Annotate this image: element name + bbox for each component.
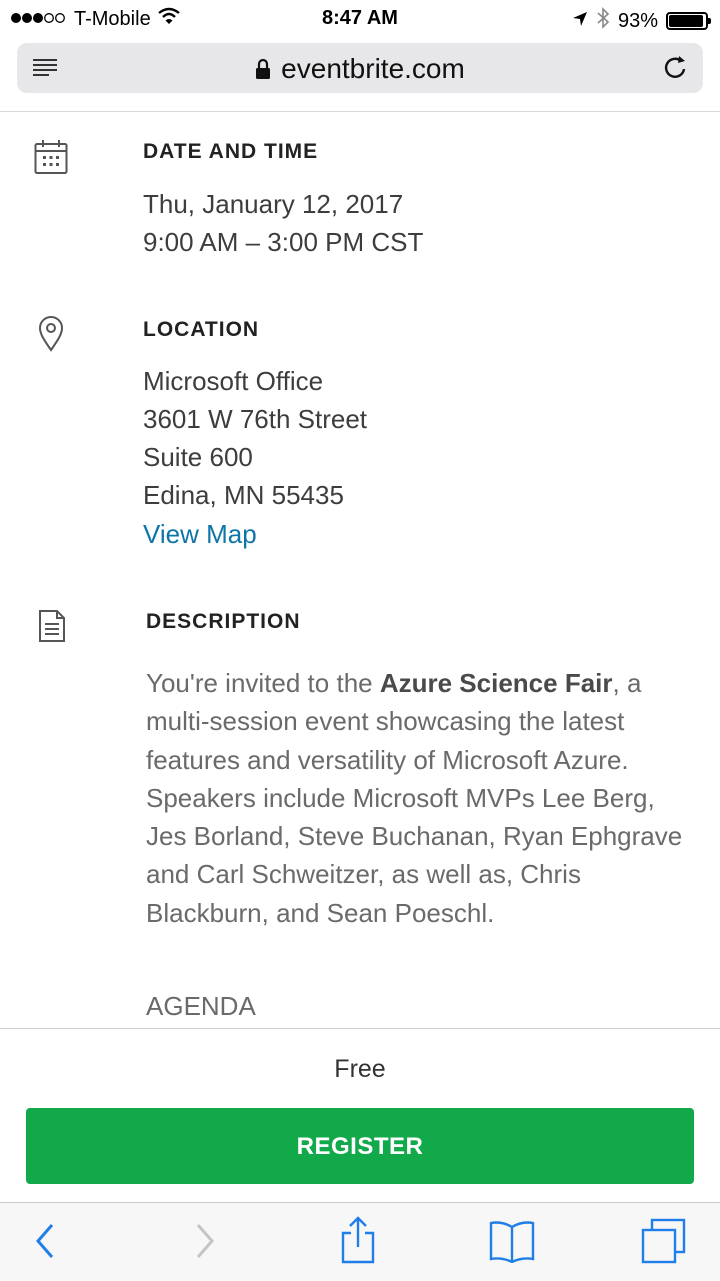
event-name: Azure Science Fair	[379, 668, 613, 698]
map-pin-icon	[38, 316, 64, 357]
location-city: Edina, MN 55435	[143, 480, 344, 510]
back-icon[interactable]	[32, 1219, 58, 1268]
description-heading: DESCRIPTION	[146, 610, 301, 633]
battery-percent: 93%	[617, 9, 658, 32]
time-line: 9:00 AM – 3:00 PM CST	[143, 227, 424, 257]
header-divider	[0, 111, 720, 112]
bookmarks-icon[interactable]	[488, 1219, 536, 1268]
location-suite: Suite 600	[143, 442, 253, 472]
description-body: , a multi-session event showcasing the l…	[146, 668, 683, 928]
ticket-price: Free	[334, 1055, 386, 1083]
location-street: 3601 W 76th Street	[143, 404, 368, 434]
location-heading: LOCATION	[143, 318, 260, 341]
forward-icon[interactable]	[192, 1219, 218, 1268]
reload-icon[interactable]	[663, 54, 689, 87]
register-divider	[0, 1028, 720, 1029]
url-text: eventbrite.com	[281, 53, 465, 84]
agenda-heading: AGENDA	[146, 991, 256, 1021]
description-text: You're invited to the Azure Science Fair…	[146, 664, 696, 932]
date-heading: DATE AND TIME	[143, 140, 319, 163]
address-bar[interactable]: eventbrite.com	[17, 43, 703, 93]
tabs-icon[interactable]	[640, 1217, 688, 1270]
browser-toolbar	[0, 1202, 720, 1281]
url-display[interactable]: eventbrite.com	[17, 53, 703, 87]
lock-icon	[255, 55, 271, 87]
location-name: Microsoft Office	[143, 366, 324, 396]
view-map-link[interactable]: View Map	[143, 515, 257, 553]
location-arrow-icon	[572, 10, 588, 33]
date-line: Thu, January 12, 2017	[143, 189, 404, 219]
bluetooth-icon	[596, 7, 610, 35]
battery-icon	[666, 12, 711, 30]
document-icon	[38, 609, 66, 648]
status-right: 93%	[572, 7, 711, 35]
status-bar: T-Mobile 8:47 AM 93%	[0, 0, 720, 36]
description-intro: You're invited to the	[146, 668, 380, 698]
register-button[interactable]: REGISTER	[26, 1108, 694, 1184]
share-icon[interactable]	[338, 1215, 378, 1270]
calendar-icon	[34, 139, 68, 180]
